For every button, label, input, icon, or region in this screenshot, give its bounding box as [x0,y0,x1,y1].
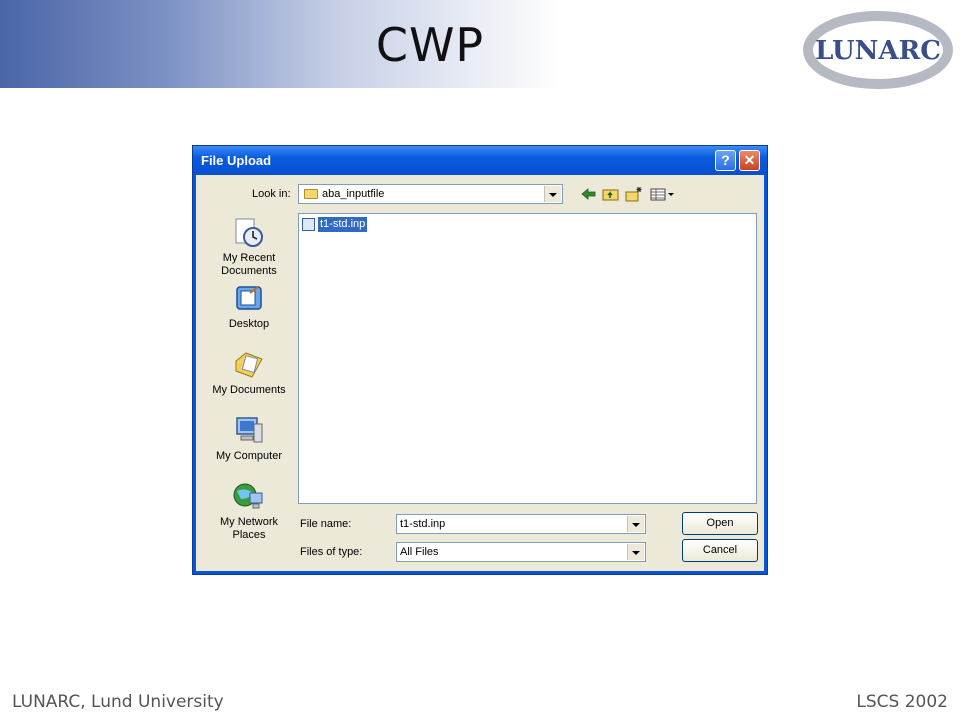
dialog-titlebar[interactable]: File Upload ? ✕ [193,146,767,175]
cancel-button[interactable]: Cancel [682,539,758,562]
chevron-down-icon[interactable] [544,186,561,202]
network-places-icon [233,483,263,509]
open-button[interactable]: Open [682,512,758,535]
help-button[interactable]: ? [715,150,736,171]
view-menu-icon[interactable] [649,186,677,202]
slide-title: CWP [375,18,485,72]
files-of-type-value: All Files [400,546,439,558]
footer-left: LUNARC, Lund University [12,692,224,712]
places-desktop[interactable]: Desktop [206,283,292,331]
desktop-icon [236,286,262,310]
up-folder-icon[interactable] [602,186,620,202]
files-of-type-dropdown[interactable]: All Files [396,542,646,562]
file-name-value: t1-std.inp [400,518,446,530]
places-network-places[interactable]: My Network Places [206,481,292,542]
files-of-type-label: Files of type: [300,546,363,558]
places-my-documents[interactable]: My Documents [206,349,292,397]
my-documents-icon [235,352,263,378]
document-icon [302,218,315,231]
places-label: My Recent [222,252,276,264]
chevron-down-icon[interactable] [627,516,644,532]
recent-documents-icon [235,218,263,247]
places-label: Documents [221,265,277,277]
places-recent-documents[interactable]: My Recent Documents [206,217,292,278]
folder-icon [304,189,318,199]
look-in-label: Look in: [252,188,291,200]
look-in-dropdown[interactable]: aba_inputfile [298,184,563,204]
places-my-computer[interactable]: My Computer [206,415,292,463]
footer-right: LSCS 2002 [856,692,948,712]
new-folder-icon[interactable] [625,186,643,202]
places-label: My Documents [212,384,286,396]
file-list[interactable]: t1-std.inp [298,213,757,504]
dialog-client-area: Look in: aba_inputfile My Recent Documen… [196,175,764,571]
file-name-label: File name: [300,518,352,530]
my-computer-icon [236,417,263,443]
file-name-input[interactable]: t1-std.inp [396,514,646,534]
places-label: My Network [219,516,279,528]
lunarc-logo: LUNARC [803,11,953,89]
close-button[interactable]: ✕ [739,150,760,171]
places-label: My Computer [215,450,283,462]
dialog-title: File Upload [201,153,272,168]
chevron-down-icon[interactable] [627,544,644,560]
places-label: Desktop [228,318,270,330]
look-in-value: aba_inputfile [322,188,385,200]
svg-text:LUNARC: LUNARC [815,36,941,66]
back-arrow-icon[interactable] [580,186,598,202]
places-label: Places [232,529,266,541]
file-upload-dialog: File Upload ? ✕ Look in: aba_inputfile M… [192,145,768,575]
file-item-name: t1-std.inp [318,217,368,232]
